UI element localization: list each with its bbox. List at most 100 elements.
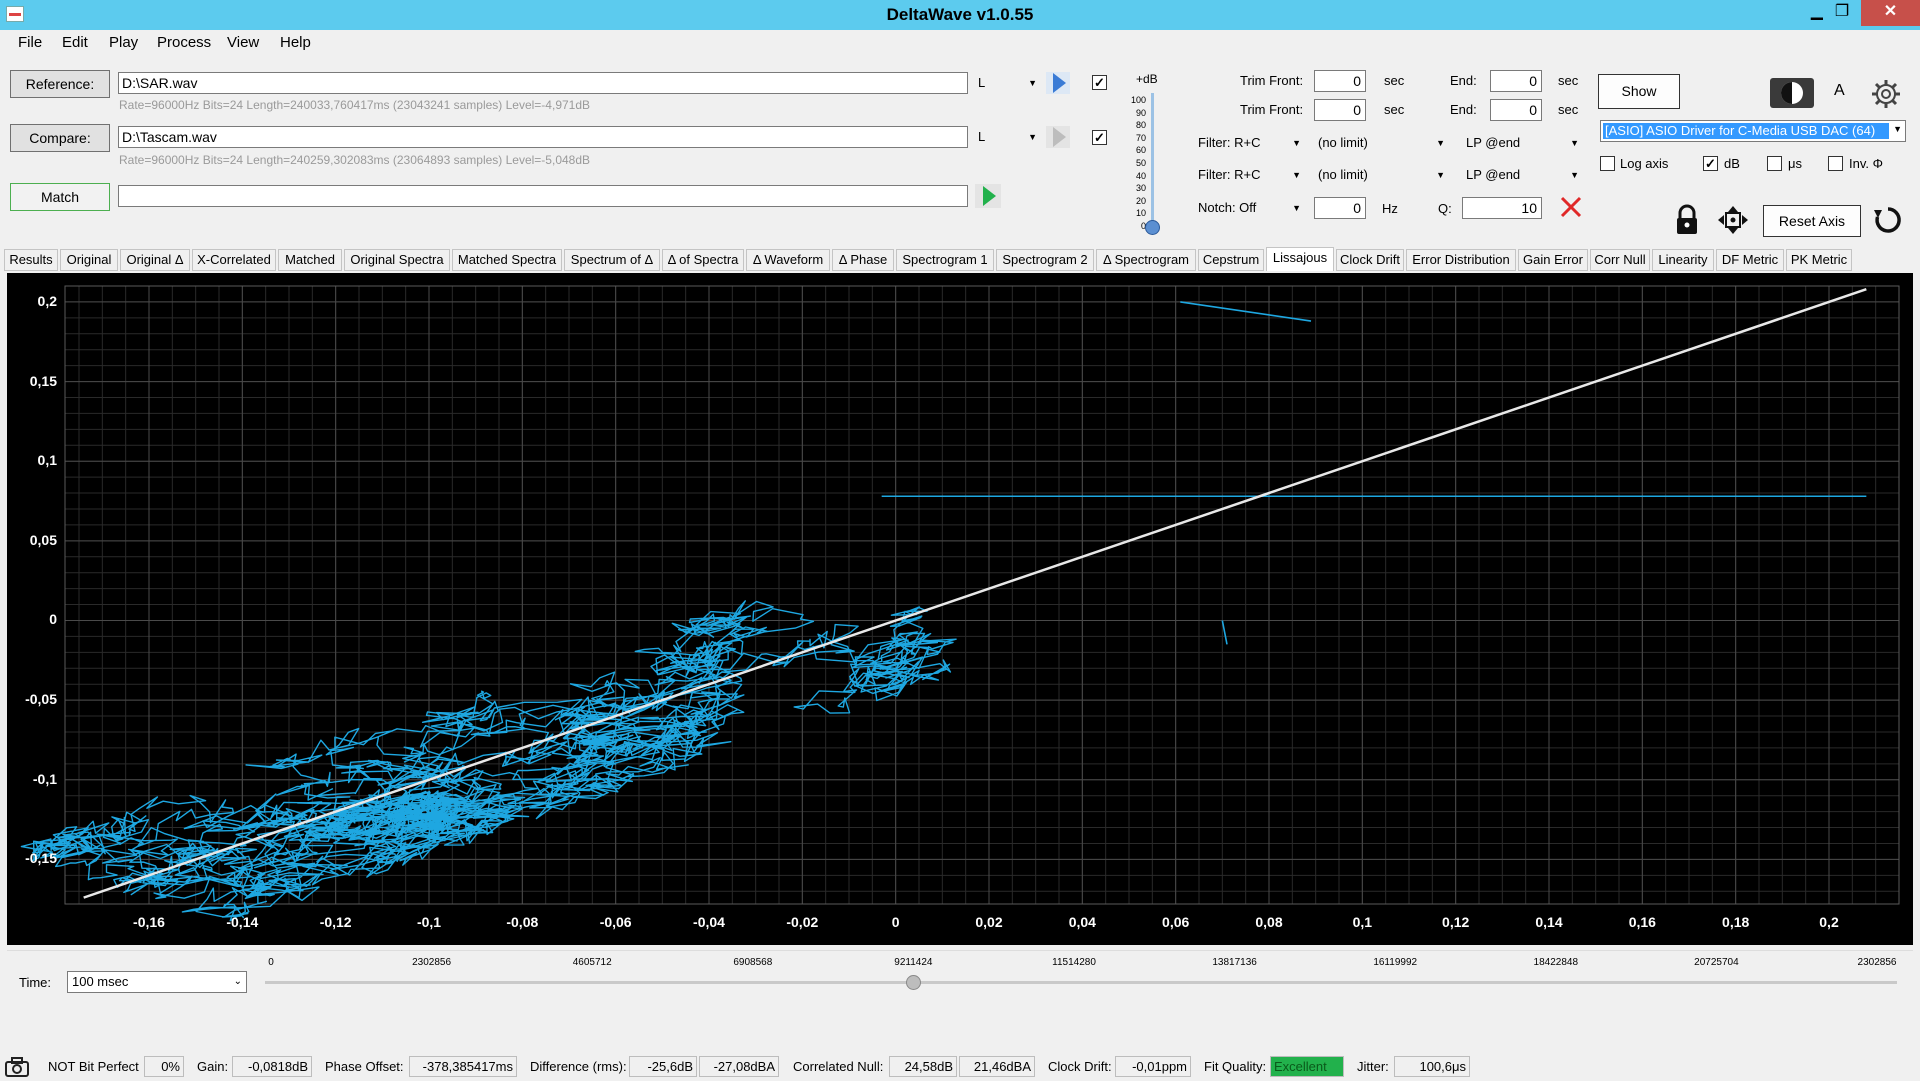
tab-lissajous[interactable]: Lissajous — [1266, 247, 1334, 271]
trim-front-label-2: Trim Front: — [1240, 102, 1304, 117]
notch-select[interactable]: Notch: Off ▼ — [1194, 197, 1304, 219]
filter-limit-select-2[interactable]: (no limit) ▼ — [1314, 164, 1448, 186]
y-tick-label: -0,1 — [32, 770, 57, 787]
screenshot-button[interactable] — [4, 1056, 30, 1078]
trim-end-input[interactable]: 0 — [1490, 70, 1542, 92]
trim-front-input[interactable]: 0 — [1314, 70, 1366, 92]
menu-view[interactable]: View — [227, 34, 259, 51]
tab-bar: Results Original Original Δ X-Correlated… — [4, 247, 1920, 271]
level-tick: 30 — [1135, 183, 1146, 194]
trim-end-input-2[interactable]: 0 — [1490, 99, 1542, 121]
settings-button[interactable] — [1870, 78, 1902, 110]
notch-hz-input[interactable]: 0 — [1314, 197, 1366, 219]
tab-original[interactable]: Original — [60, 249, 118, 271]
menu-process[interactable]: Process — [157, 34, 211, 51]
bit-perfect-label: NOT Bit Perfect — [48, 1059, 139, 1074]
compare-path-input[interactable]: D:\Tascam.wav — [118, 126, 968, 148]
compare-play-button[interactable] — [1046, 126, 1070, 148]
inv-phase-label: Inv. Φ — [1849, 156, 1883, 171]
maximize-button[interactable]: ❐ — [1823, 0, 1861, 26]
us-checkbox[interactable] — [1767, 156, 1782, 171]
tab-cepstrum[interactable]: Cepstrum — [1198, 249, 1264, 271]
reference-channel-value: L — [978, 75, 986, 90]
tab-results[interactable]: Results — [4, 249, 58, 271]
tab-clock-drift[interactable]: Clock Drift — [1336, 249, 1404, 271]
tab-corr-null[interactable]: Corr Null — [1590, 249, 1650, 271]
clear-filters-button[interactable] — [1558, 194, 1584, 220]
pan-button[interactable] — [1716, 204, 1750, 236]
trim-front-input-2[interactable]: 0 — [1314, 99, 1366, 121]
compare-channel-select[interactable]: L ▼ — [974, 126, 1040, 148]
tab-delta-phase[interactable]: Δ Phase — [832, 249, 894, 271]
level-meter-thumb[interactable] — [1145, 220, 1160, 235]
refresh-icon — [1874, 207, 1901, 233]
timeline-mark-label: 0 — [268, 957, 274, 968]
reset-axis-button[interactable]: Reset Axis — [1763, 205, 1861, 237]
tab-matched-spectra[interactable]: Matched Spectra — [452, 249, 562, 271]
compare-checkbox[interactable]: ✓ — [1092, 130, 1107, 145]
filter-lp-select-1[interactable]: LP @end ▼ — [1462, 132, 1582, 154]
level-tick: 40 — [1135, 170, 1146, 181]
timeline-track[interactable] — [265, 981, 1897, 984]
time-select[interactable]: 100 msec ⌄ — [67, 971, 247, 993]
tab-spectrogram-2[interactable]: Spectrogram 2 — [996, 249, 1094, 271]
menu-file[interactable]: File — [18, 34, 42, 51]
theme-toggle-button[interactable] — [1770, 78, 1814, 108]
x-tick-label: -0,14 — [226, 914, 259, 930]
timeline-thumb[interactable] — [906, 975, 922, 990]
tab-error-distribution[interactable]: Error Distribution — [1406, 249, 1516, 271]
tab-spectrogram-1[interactable]: Spectrogram 1 — [896, 249, 994, 271]
db-checkbox[interactable]: ✓ — [1703, 156, 1718, 171]
reference-line — [83, 288, 1867, 899]
trim-front-unit: sec — [1384, 73, 1405, 88]
x-tick-label: 0,16 — [1628, 914, 1656, 930]
device-select[interactable]: [ASIO] ASIO Driver for C-Media USB DAC (… — [1600, 120, 1906, 142]
tab-gain-error[interactable]: Gain Error — [1518, 249, 1588, 271]
timeline-mark-label: 18422848 — [1533, 957, 1579, 968]
log-axis-checkbox[interactable] — [1600, 156, 1615, 171]
filter-type-select-2[interactable]: Filter: R+C ▼ — [1194, 164, 1304, 186]
level-tick: 10 — [1135, 208, 1146, 219]
lock-button[interactable] — [1672, 204, 1702, 236]
x-tick-label: 0,14 — [1535, 914, 1563, 930]
reference-channel-select[interactable]: L ▼ — [974, 72, 1040, 94]
tab-x-correlated[interactable]: X-Correlated — [192, 249, 276, 271]
filter-limit-select-1[interactable]: (no limit) ▼ — [1314, 132, 1448, 154]
match-button[interactable]: Match — [10, 183, 110, 211]
menu-edit[interactable]: Edit — [62, 34, 88, 51]
reference-checkbox[interactable]: ✓ — [1092, 75, 1107, 90]
us-label: μs — [1788, 156, 1802, 171]
menu-play[interactable]: Play — [109, 34, 138, 51]
tab-original-spectra[interactable]: Original Spectra — [344, 249, 450, 271]
compare-button[interactable]: Compare: — [10, 124, 110, 152]
tab-pk-metric[interactable]: PK Metric — [1786, 249, 1852, 271]
filter-lp-select-2[interactable]: LP @end ▼ — [1462, 164, 1582, 186]
tab-df-metric[interactable]: DF Metric — [1716, 249, 1784, 271]
filter-type-select-1[interactable]: Filter: R+C ▼ — [1194, 132, 1304, 154]
move-icon — [1718, 206, 1748, 234]
font-toggle[interactable]: A — [1834, 82, 1845, 100]
show-button[interactable]: Show — [1598, 74, 1680, 109]
menu-help[interactable]: Help — [280, 34, 311, 51]
tab-delta-spectrogram[interactable]: Δ Spectrogram — [1096, 249, 1196, 271]
reference-button[interactable]: Reference: — [10, 70, 110, 98]
timeline-mark-label: 13817136 — [1212, 957, 1257, 968]
tab-spectrum-of-delta[interactable]: Spectrum of Δ — [564, 249, 660, 271]
tab-original-delta[interactable]: Original Δ — [120, 249, 190, 271]
reference-path-input[interactable]: D:\SAR.wav — [118, 72, 968, 94]
match-run-button[interactable] — [975, 184, 1001, 208]
trim-front-unit-2: sec — [1384, 102, 1405, 117]
device-value: [ASIO] ASIO Driver for C-Media USB DAC (… — [1603, 123, 1889, 139]
fit-quality-value: Excellent — [1270, 1056, 1344, 1077]
filter-type-value: Filter: R+C — [1198, 135, 1261, 150]
tab-delta-of-spectra[interactable]: Δ of Spectra — [662, 249, 744, 271]
inv-phase-checkbox[interactable] — [1828, 156, 1843, 171]
lissajous-plot[interactable]: 0,2 0,15 0,1 0,05 0 -0,05 -0,1 -0,15 -0,16 -0,14… — [7, 273, 1913, 945]
refresh-button[interactable] — [1872, 204, 1904, 236]
tab-delta-waveform[interactable]: Δ Waveform — [746, 249, 830, 271]
tab-matched[interactable]: Matched — [278, 249, 342, 271]
reference-play-button[interactable] — [1046, 72, 1070, 94]
tab-linearity[interactable]: Linearity — [1652, 249, 1714, 271]
notch-q-input[interactable]: 10 — [1462, 197, 1542, 219]
close-button[interactable]: ✕ — [1861, 0, 1920, 26]
